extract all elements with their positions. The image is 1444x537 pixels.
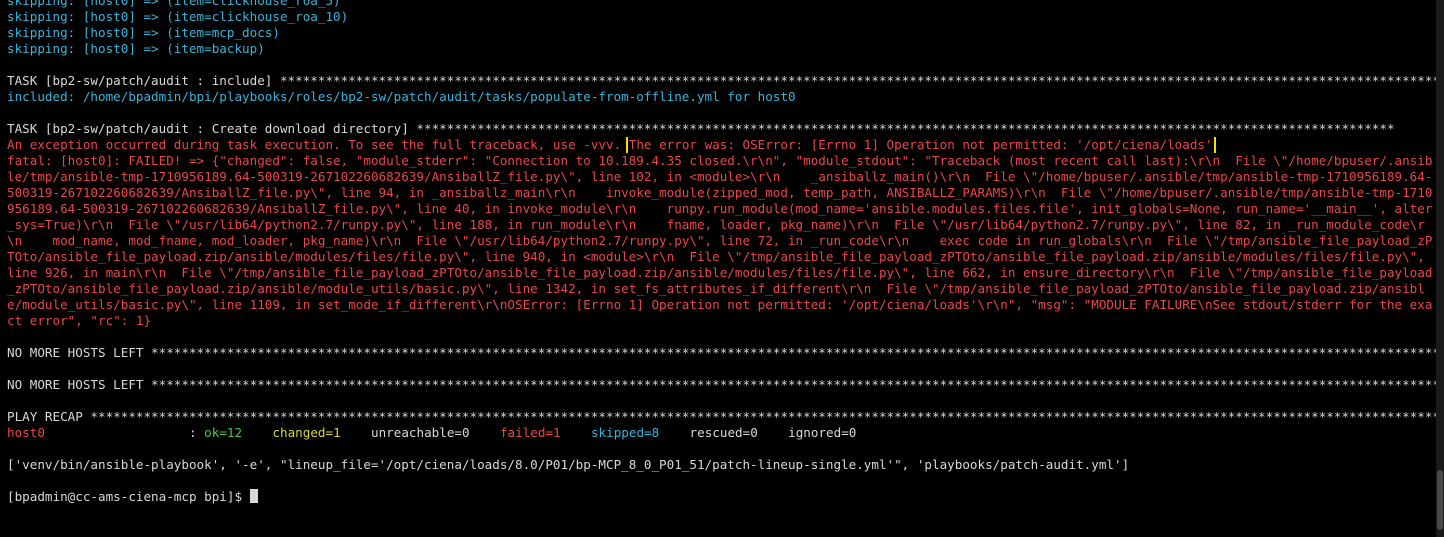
command-echo: ['venv/bin/ansible-playbook', '-e', "lin…	[7, 457, 1130, 472]
skipping-line: skipping: [host0] => (item=mcp_docs)	[7, 25, 280, 40]
shell-prompt-line[interactable]: [bpadmin@cc-ams-ciena-mcp bpi]$	[7, 489, 1436, 505]
recap-ignored: ignored=0	[788, 425, 857, 440]
play-recap-row: host0 : ok=12 changed=1 unreachable=0 fa…	[7, 425, 1436, 441]
recap-failed: failed=1	[499, 425, 561, 440]
recap-changed: changed=1	[272, 425, 341, 440]
vertical-scrollbar[interactable]	[1436, 0, 1444, 537]
terminal-output[interactable]: skipping: [host0] => (item=clickhouse_ro…	[0, 0, 1436, 537]
no-more-hosts-line: NO MORE HOSTS LEFT *********************…	[7, 345, 1436, 360]
scrollbar-thumb[interactable]	[1437, 470, 1443, 530]
skipping-line: skipping: [host0] => (item=backup)	[7, 41, 265, 56]
recap-ok: ok=12	[204, 425, 243, 440]
fatal-error-block: fatal: [host0]: FAILED! => {"changed": f…	[7, 153, 1433, 328]
recap-rescued: rescued=0	[689, 425, 758, 440]
task-header-include: TASK [bp2-sw/patch/audit : include] ****…	[7, 73, 1436, 88]
included-line: included: /home/bpadmin/bpi/playbooks/ro…	[7, 89, 796, 104]
skipping-line: skipping: [host0] => (item=clickhouse_ro…	[7, 0, 341, 8]
task-header-create-dir: TASK [bp2-sw/patch/audit : Create downlo…	[7, 121, 1395, 136]
text-cursor[interactable]	[249, 489, 258, 503]
play-recap-header: PLAY RECAP *****************************…	[7, 409, 1436, 424]
exception-prefix: An exception occurred during task execut…	[7, 137, 622, 152]
error-highlight-box: The error was: OSError: [Errno 1] Operat…	[625, 137, 1216, 153]
no-more-hosts-line: NO MORE HOSTS LEFT *********************…	[7, 377, 1436, 392]
recap-skipped: skipped=8	[590, 425, 660, 440]
recap-unreachable: unreachable=0	[371, 425, 470, 440]
shell-prompt: [bpadmin@cc-ams-ciena-mcp bpi]$	[7, 489, 250, 504]
recap-host: host0	[7, 425, 45, 440]
recap-separator: :	[44, 425, 205, 440]
skipping-line: skipping: [host0] => (item=clickhouse_ro…	[7, 9, 349, 24]
exception-line: An exception occurred during task execut…	[7, 137, 1436, 153]
